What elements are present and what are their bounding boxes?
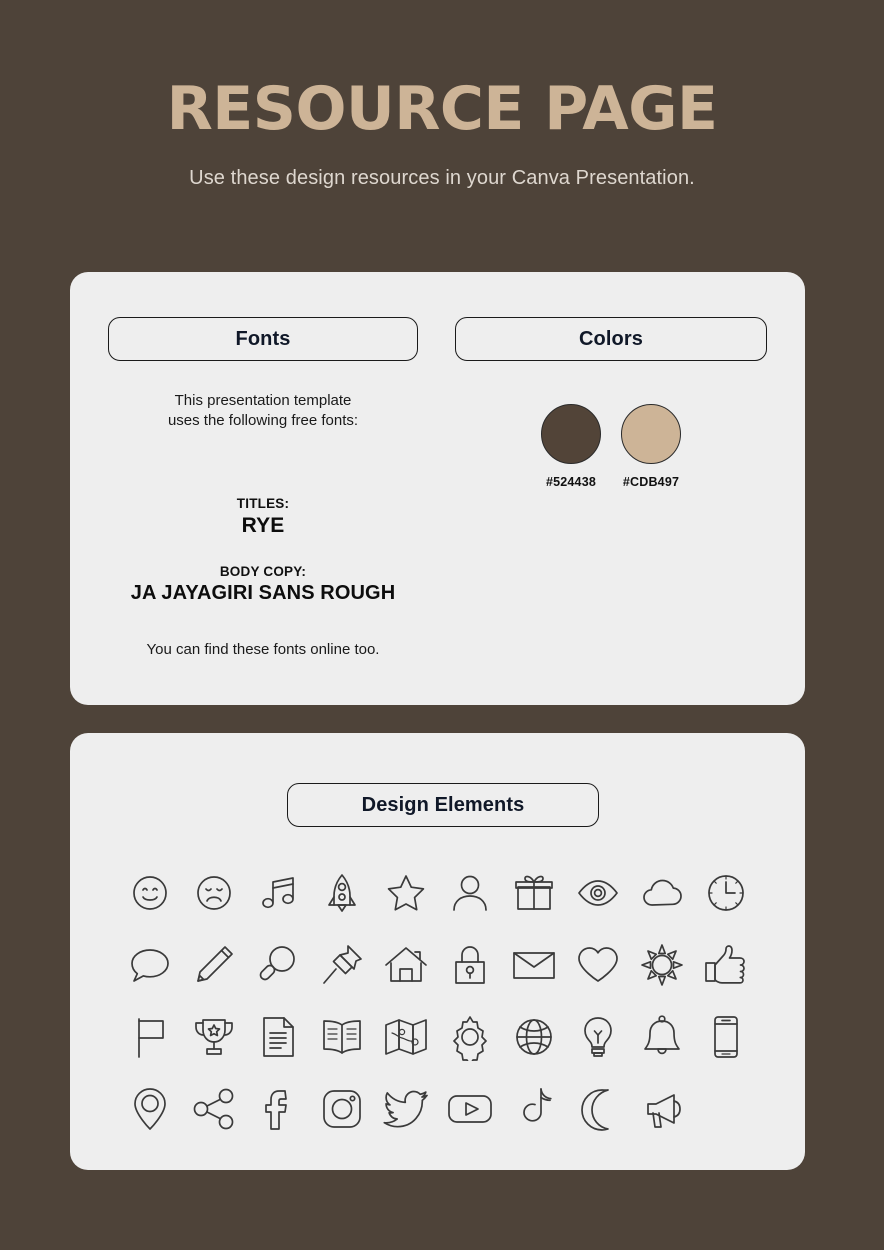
- location-pin-icon[interactable]: [126, 1085, 174, 1133]
- lightbulb-icon[interactable]: [574, 1013, 622, 1061]
- gear-icon[interactable]: [446, 1013, 494, 1061]
- megaphone-icon[interactable]: [638, 1085, 686, 1133]
- body-font-name: JA JAYAGIRI SANS ROUGH: [130, 581, 396, 604]
- fonts-intro-text: This presentation template uses the foll…: [108, 391, 418, 432]
- colors-column: Colors #524438 #CDB497: [455, 317, 767, 489]
- page-subtitle: Use these design resources in your Canva…: [189, 167, 695, 189]
- house-icon[interactable]: [382, 941, 430, 989]
- pushpin-icon[interactable]: [318, 941, 366, 989]
- share-icon[interactable]: [190, 1085, 238, 1133]
- document-icon[interactable]: [254, 1013, 302, 1061]
- colors-heading-pill: Colors: [455, 317, 767, 361]
- fonts-heading-pill: Fonts: [108, 317, 418, 361]
- titles-font-name: RYE: [241, 513, 285, 537]
- speech-bubble-icon[interactable]: [126, 941, 174, 989]
- flag-icon[interactable]: [126, 1013, 174, 1061]
- sad-face-icon[interactable]: [190, 869, 238, 917]
- color-swatch-dark: [541, 404, 601, 464]
- colors-heading-label: Colors: [579, 327, 643, 350]
- trophy-icon[interactable]: [190, 1013, 238, 1061]
- fonts-intro-line2: uses the following free fonts:: [167, 412, 359, 430]
- rocket-icon[interactable]: [318, 869, 366, 917]
- tiktok-icon[interactable]: [510, 1085, 558, 1133]
- heart-icon[interactable]: [574, 941, 622, 989]
- color-swatch-item: #CDB497: [621, 404, 681, 489]
- color-swatch-item: #524438: [541, 404, 601, 489]
- titles-role-label: TITLES:: [236, 495, 290, 511]
- color-swatch-hex-label: #524438: [545, 475, 597, 489]
- moon-icon[interactable]: [574, 1085, 622, 1133]
- design-elements-heading-pill: Design Elements: [287, 783, 599, 827]
- sun-icon[interactable]: [638, 941, 686, 989]
- fonts-intro-line1: This presentation template: [174, 392, 352, 409]
- open-book-icon[interactable]: [318, 1013, 366, 1061]
- globe-icon[interactable]: [510, 1013, 558, 1061]
- titles-font-group: TITLES: RYE: [108, 496, 418, 538]
- color-swatch-hex-label: #CDB497: [622, 475, 680, 489]
- fonts-and-colors-card: Fonts This presentation template uses th…: [70, 272, 805, 705]
- design-elements-heading-label: Design Elements: [361, 793, 525, 816]
- design-elements-card: Design Elements: [70, 733, 805, 1170]
- magnifying-glass-icon[interactable]: [254, 941, 302, 989]
- instagram-icon[interactable]: [318, 1085, 366, 1133]
- envelope-icon[interactable]: [510, 941, 558, 989]
- pencil-icon[interactable]: [190, 941, 238, 989]
- smartphone-icon[interactable]: [702, 1013, 750, 1061]
- page-title: RESOURCE PAGE: [166, 74, 718, 144]
- body-role-label: BODY COPY:: [219, 563, 307, 579]
- facebook-icon[interactable]: [254, 1085, 302, 1133]
- lock-icon[interactable]: [446, 941, 494, 989]
- fonts-column: Fonts This presentation template uses th…: [108, 317, 418, 658]
- color-swatch-row: #524438 #CDB497: [455, 404, 767, 489]
- person-icon[interactable]: [446, 869, 494, 917]
- fonts-heading-label: Fonts: [235, 327, 291, 350]
- fonts-outro-text: You can find these fonts online too.: [146, 640, 380, 658]
- bell-icon[interactable]: [638, 1013, 686, 1061]
- gift-icon[interactable]: [510, 869, 558, 917]
- twitter-icon[interactable]: [382, 1085, 430, 1133]
- smiley-face-icon[interactable]: [126, 869, 174, 917]
- body-font-group: BODY COPY: JA JAYAGIRI SANS ROUGH: [108, 564, 418, 605]
- icon-grid: [118, 857, 758, 1145]
- thumbs-up-icon[interactable]: [702, 941, 750, 989]
- page-header: RESOURCE PAGE Use these design resources…: [0, 0, 884, 190]
- youtube-icon[interactable]: [446, 1085, 494, 1133]
- eye-icon[interactable]: [574, 869, 622, 917]
- color-swatch-tan: [621, 404, 681, 464]
- clock-icon[interactable]: [702, 869, 750, 917]
- cloud-icon[interactable]: [638, 869, 686, 917]
- map-icon[interactable]: [382, 1013, 430, 1061]
- star-icon[interactable]: [382, 869, 430, 917]
- music-note-icon[interactable]: [254, 869, 302, 917]
